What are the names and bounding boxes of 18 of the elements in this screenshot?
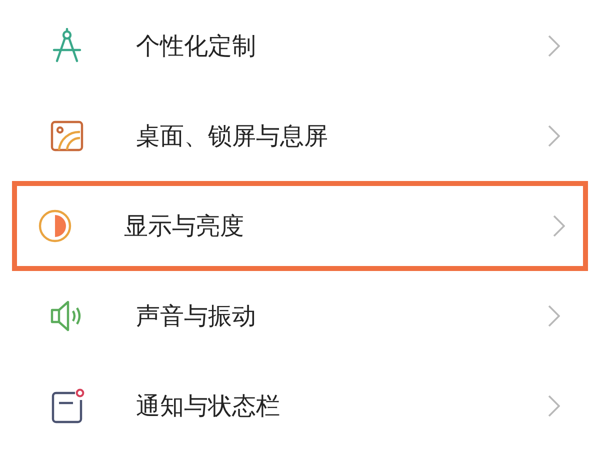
- notification-icon: [49, 388, 85, 424]
- item-label: 通知与状态栏: [136, 391, 281, 422]
- settings-item[interactable]: 通知与状态栏: [17, 366, 583, 446]
- chevron-icon: [548, 305, 560, 327]
- item-label: 桌面、锁屏与息屏: [136, 121, 329, 152]
- settings-item[interactable]: 声音与振动: [17, 276, 583, 356]
- chevron-icon: [548, 35, 560, 57]
- brightness-icon: [37, 208, 73, 244]
- item-label: 声音与振动: [136, 301, 257, 332]
- settings-item[interactable]: 桌面、锁屏与息屏: [17, 96, 583, 176]
- chevron-icon: [548, 125, 560, 147]
- chevron-icon: [553, 215, 565, 237]
- chevron-icon: [548, 395, 560, 417]
- picture-frame-icon: [49, 118, 85, 154]
- item-label: 个性化定制: [136, 31, 257, 62]
- settings-item[interactable]: 个性化定制: [17, 6, 583, 86]
- settings-item[interactable]: 显示与亮度: [17, 186, 583, 266]
- item-label: 显示与亮度: [124, 211, 245, 242]
